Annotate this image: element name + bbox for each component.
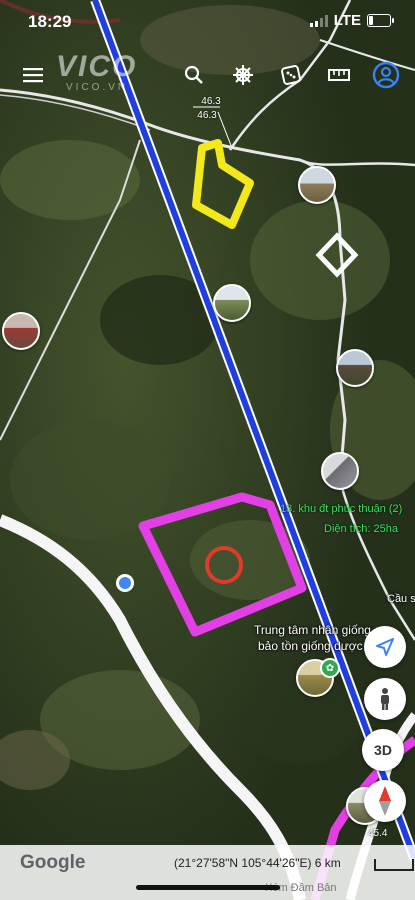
photo-thumbnail[interactable]: [336, 349, 374, 387]
photo-thumbnail[interactable]: [2, 312, 40, 350]
compass-icon[interactable]: [364, 780, 406, 822]
ruler-reading-bottom: 46.3: [197, 110, 217, 121]
battery-icon: [367, 14, 394, 27]
search-icon[interactable]: [177, 58, 211, 92]
signal-icon: [309, 14, 328, 27]
network-label: LTE: [333, 12, 361, 29]
coordinates-scale-readout: (21°27'58"N 105°44'26"E) 6 km: [174, 856, 341, 870]
ruler-icon[interactable]: [322, 58, 356, 92]
bottom-info-bar: Google (21°27'58"N 105°44'26"E) 6 km Xóm…: [0, 845, 415, 900]
google-logo: Google: [20, 852, 86, 873]
area-title-label: 13. khu đt phúc thuận (2): [280, 503, 403, 515]
scale-bar: [374, 859, 414, 871]
pegman-icon[interactable]: [364, 678, 406, 720]
3d-toggle-button[interactable]: 3D: [362, 729, 404, 771]
center-label-line2: bảo tồn giống dược: [258, 639, 363, 653]
home-indicator[interactable]: [136, 885, 280, 890]
photo-thumbnail[interactable]: [213, 284, 251, 322]
status-time: 18:29: [28, 12, 72, 31]
ruler-reading-bottom-right: 45.4: [368, 828, 388, 839]
area-size-label: Diện tích: 25ha: [324, 523, 398, 535]
ruler-reading-top: 46.3: [201, 96, 221, 107]
photo-thumbnail[interactable]: [321, 452, 359, 490]
place-pin-icon[interactable]: ✿: [320, 658, 340, 678]
account-icon[interactable]: [369, 58, 403, 92]
navigation-arrow-icon[interactable]: [364, 626, 406, 668]
map-toolbar: [0, 58, 415, 94]
place-label: Cầu s: [387, 593, 415, 605]
photo-thumbnail[interactable]: [298, 166, 336, 204]
satellite-map[interactable]: [0, 0, 415, 900]
status-bar: 18:29 LTE: [0, 0, 415, 44]
center-label-line1: Trung tâm nhân giống: [254, 623, 371, 637]
dice-icon[interactable]: [274, 58, 308, 92]
ship-wheel-icon[interactable]: [226, 58, 260, 92]
status-indicators: LTE: [309, 12, 394, 29]
hamburger-menu-icon[interactable]: [16, 58, 50, 92]
